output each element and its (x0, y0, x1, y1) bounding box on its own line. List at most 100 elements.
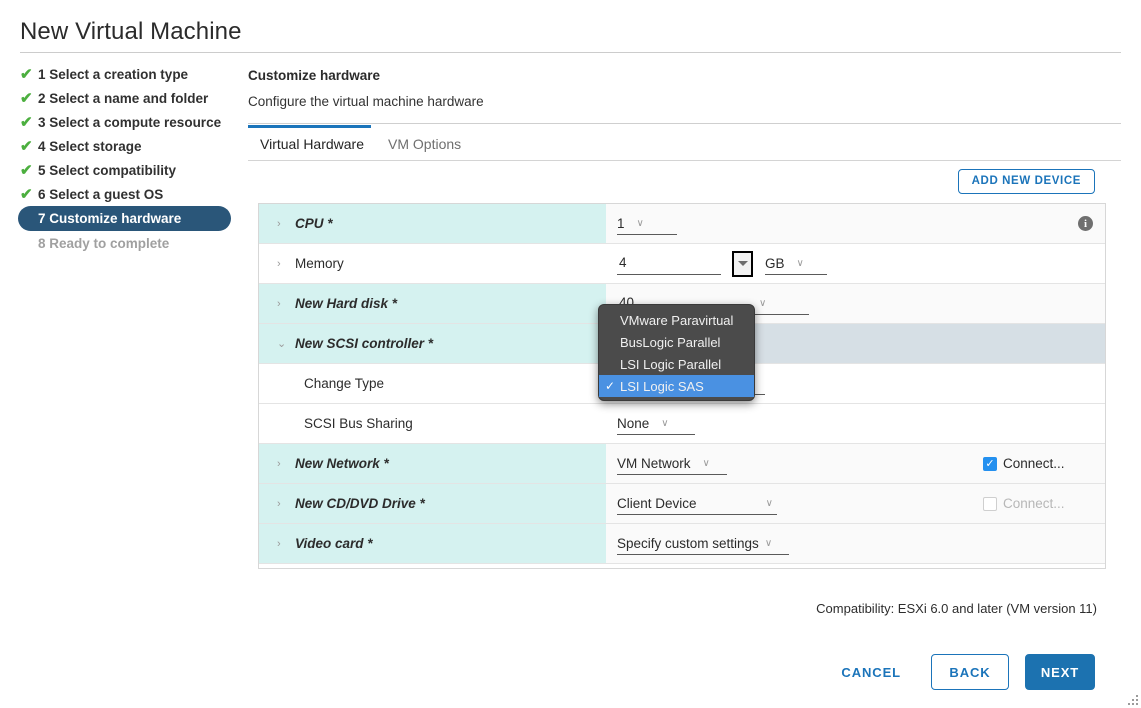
chevron-right-icon[interactable]: › (277, 298, 295, 310)
chevron-right-icon[interactable]: › (277, 498, 295, 510)
cancel-button[interactable]: CANCEL (827, 654, 915, 690)
menu-item-buslogic-parallel[interactable]: ✓ BusLogic Parallel (599, 331, 754, 353)
cddvd-value: Client Device (617, 495, 697, 511)
panel-subheading: Configure the virtual machine hardware (248, 94, 484, 109)
check-icon: ✔ (20, 161, 33, 179)
panel-divider (248, 123, 1121, 124)
network-value: VM Network (617, 455, 691, 471)
wizard-steps: ✔ 1 Select a creation type ✔ 2 Select a … (18, 62, 243, 255)
row-value-cpu: 1 ∨ (606, 204, 983, 243)
add-new-device-button[interactable]: ADD NEW DEVICE (957, 169, 1095, 194)
check-icon: ✓ (605, 357, 620, 371)
scsi-controller-label-text: New SCSI controller * (295, 336, 434, 351)
row-label-network: › New Network * (259, 444, 606, 483)
step-7-label: 7 Customize hardware (38, 211, 182, 226)
table-row-new-cd-dvd-drive[interactable]: › New CD/DVD Drive * Client Device ∨ Con… (259, 484, 1105, 524)
hard-disk-label-text: New Hard disk * (295, 296, 398, 311)
chevron-down-icon: ∨ (796, 257, 804, 269)
bus-sharing-label-text: SCSI Bus Sharing (304, 416, 413, 431)
row-extra-scsi-controller (983, 324, 1105, 363)
network-label-text: New Network * (295, 456, 389, 471)
memory-stepper-down-button[interactable] (732, 250, 753, 277)
sidebar-item-step-8[interactable]: 8 Ready to complete (18, 231, 243, 255)
menu-item-vmware-paravirtual[interactable]: ✓ VMware Paravirtual (599, 309, 754, 331)
next-button[interactable]: NEXT (1025, 654, 1095, 690)
chevron-down-icon: ∨ (636, 217, 644, 229)
row-label-bus-sharing: SCSI Bus Sharing (259, 404, 606, 443)
tab-virtual-hardware[interactable]: Virtual Hardware (248, 136, 376, 160)
chevron-right-icon[interactable]: › (277, 218, 295, 230)
memory-size-input[interactable] (617, 252, 721, 275)
checkbox-checked-icon: ✓ (983, 456, 997, 471)
menu-item-lsi-logic-parallel[interactable]: ✓ LSI Logic Parallel (599, 353, 754, 375)
chevron-down-icon: ∨ (759, 297, 767, 309)
scsi-controller-type-dropdown-menu[interactable]: ✓ VMware Paravirtual ✓ BusLogic Parallel… (598, 304, 755, 401)
menu-item-label: VMware Paravirtual (620, 312, 734, 328)
step-6-label: 6 Select a guest OS (38, 186, 164, 202)
row-value-cddvd: Client Device ∨ (606, 484, 983, 523)
network-select[interactable]: VM Network ∨ (617, 453, 727, 475)
info-icon[interactable]: i (1078, 216, 1093, 231)
menu-item-label: LSI Logic SAS (620, 378, 704, 394)
check-icon: ✔ (20, 137, 33, 155)
chevron-right-icon[interactable]: › (277, 458, 295, 470)
menu-item-label: LSI Logic Parallel (620, 356, 722, 372)
panel-heading: Customize hardware (248, 68, 381, 83)
table-row-vmci-device[interactable]: VMCI device Device on the virtual machin… (259, 564, 1105, 568)
sidebar-item-step-2[interactable]: ✔ 2 Select a name and folder (18, 86, 243, 110)
memory-unit-select[interactable]: GB ∨ (765, 253, 827, 275)
change-type-label-text: Change Type (304, 376, 385, 391)
sidebar-item-step-5[interactable]: ✔ 5 Select compatibility (18, 158, 243, 182)
bus-sharing-value: None (617, 415, 650, 431)
cpu-count-select[interactable]: 1 ∨ (617, 213, 677, 235)
row-label-video-card: › Video card * (259, 524, 606, 563)
cddvd-label-text: New CD/DVD Drive * (295, 496, 425, 511)
check-icon: ✓ (605, 335, 620, 349)
compatibility-text: Compatibility: ESXi 6.0 and later (VM ve… (816, 601, 1097, 616)
chevron-down-icon: ∨ (764, 537, 773, 549)
network-connect-label: Connect... (1003, 456, 1065, 471)
table-row-video-card[interactable]: › Video card * Specify custom settings ∨ (259, 524, 1105, 564)
checkbox-unchecked-icon (983, 496, 997, 511)
triangle-down-icon (737, 261, 748, 266)
sidebar-item-step-6[interactable]: ✔ 6 Select a guest OS (18, 182, 243, 206)
check-icon: ✔ (20, 89, 33, 107)
row-label-vmci: VMCI device (259, 564, 606, 568)
tab-vm-options[interactable]: VM Options (376, 136, 473, 160)
row-value-video-card: Specify custom settings ∨ (606, 524, 983, 563)
bus-sharing-select[interactable]: None ∨ (617, 413, 695, 435)
sidebar-item-step-1[interactable]: ✔ 1 Select a creation type (18, 62, 243, 86)
table-row-memory[interactable]: › Memory GB ∨ (259, 244, 1105, 284)
row-label-cpu: › CPU * (259, 204, 606, 243)
table-row-scsi-bus-sharing[interactable]: SCSI Bus Sharing None ∨ (259, 404, 1105, 444)
row-value-network: VM Network ∨ (606, 444, 983, 483)
cpu-count-value: 1 (617, 215, 625, 231)
sidebar-item-step-3[interactable]: ✔ 3 Select a compute resource (18, 110, 243, 134)
cpu-label-text: CPU * (295, 216, 333, 231)
chevron-down-icon[interactable]: ⌄ (277, 337, 295, 350)
step-5-label: 5 Select compatibility (38, 162, 177, 178)
menu-item-label: BusLogic Parallel (620, 334, 721, 350)
hard-disk-unit-select[interactable]: ∨ (747, 293, 809, 315)
video-card-select[interactable]: Specify custom settings ∨ (617, 533, 789, 555)
row-value-memory: GB ∨ (606, 244, 983, 283)
cddvd-select[interactable]: Client Device ∨ (617, 493, 777, 515)
menu-item-lsi-logic-sas[interactable]: ✓ LSI Logic SAS (599, 375, 754, 397)
table-row-new-network[interactable]: › New Network * VM Network ∨ ✓ Connect..… (259, 444, 1105, 484)
back-button[interactable]: BACK (931, 654, 1009, 690)
video-card-label-text: Video card * (295, 536, 373, 551)
video-card-value: Specify custom settings (617, 535, 759, 551)
step-8-label: 8 Ready to complete (38, 235, 170, 251)
resize-grip[interactable] (1125, 692, 1138, 705)
network-connect-checkbox[interactable]: ✓ Connect... (983, 456, 1065, 471)
sidebar-item-step-7-customize-hardware[interactable]: 7 Customize hardware (18, 206, 231, 231)
tabs: Virtual Hardware VM Options (248, 127, 1121, 160)
row-label-hard-disk: › New Hard disk * (259, 284, 606, 323)
sidebar-item-step-4[interactable]: ✔ 4 Select storage (18, 134, 243, 158)
chevron-down-icon: ∨ (765, 497, 773, 509)
chevron-down-icon: ∨ (702, 457, 710, 469)
table-row-cpu[interactable]: › CPU * 1 ∨ i (259, 204, 1105, 244)
chevron-right-icon[interactable]: › (277, 538, 295, 550)
tab-strip: Virtual Hardware VM Options (248, 125, 1121, 161)
chevron-right-icon[interactable]: › (277, 258, 295, 270)
